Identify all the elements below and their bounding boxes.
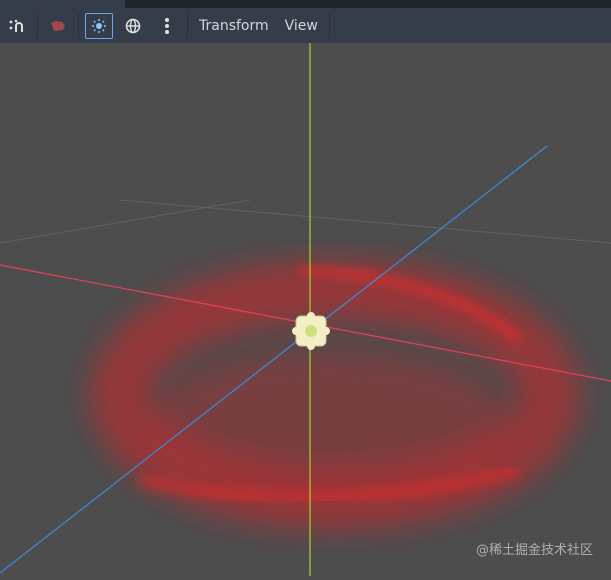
toolbar-separator (78, 12, 79, 39)
editor-tab-strip (0, 0, 611, 8)
globe-environment-icon[interactable] (119, 13, 147, 39)
watermark: @稀土掘金技术社区 (475, 543, 593, 558)
3d-viewport[interactable] (0, 43, 611, 576)
more-vertical-icon[interactable] (153, 13, 181, 39)
camera-icon[interactable] (44, 13, 72, 39)
scene-tab[interactable] (0, 0, 125, 8)
particle-ring (90, 260, 580, 530)
toolbar-separator (187, 12, 188, 39)
viewport-toolbar: Transform View (0, 8, 611, 43)
sun-light-icon[interactable] (85, 12, 113, 39)
toolbar-separator (328, 12, 330, 39)
grid-lines (0, 199, 611, 244)
toolbar-separator (37, 12, 38, 39)
particles-node-gizmo[interactable] (292, 312, 330, 350)
transform-menu[interactable]: Transform (191, 13, 277, 39)
snap-icon[interactable] (3, 13, 31, 39)
view-menu[interactable]: View (277, 13, 326, 39)
